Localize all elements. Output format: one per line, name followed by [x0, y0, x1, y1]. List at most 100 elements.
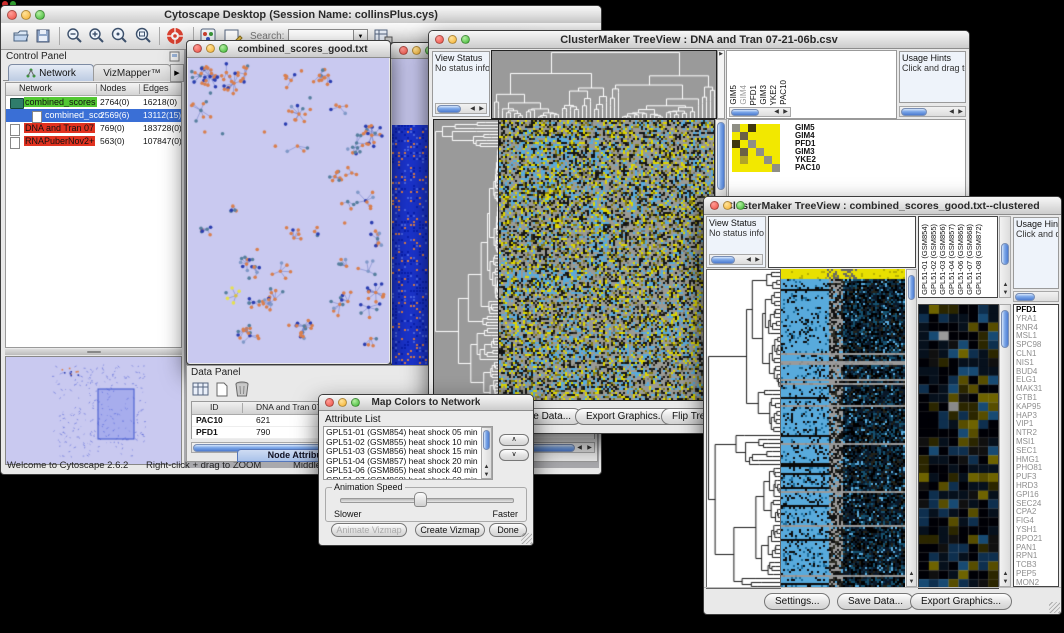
minimize-button[interactable] — [338, 398, 347, 407]
data-col-id[interactable]: ID — [210, 402, 219, 412]
zoom-button[interactable] — [736, 201, 745, 210]
resize-grip[interactable] — [521, 533, 532, 544]
scroll-thumb[interactable] — [1001, 243, 1009, 265]
button-export-graphics-[interactable]: Export Graphics... — [910, 593, 1012, 610]
tab-network[interactable]: Network — [8, 64, 94, 81]
treeview1-title-bar[interactable]: ClusterMaker TreeView : DNA and Tran 07-… — [429, 31, 969, 49]
scroll-down-arrow[interactable]: ▼ — [1001, 579, 1010, 585]
button-save-data-[interactable]: Save Data... — [837, 593, 914, 610]
close-button[interactable] — [710, 201, 719, 210]
scroll-thumb[interactable] — [711, 256, 735, 264]
close-button[interactable] — [399, 46, 408, 55]
gene-label[interactable]: MON2 — [1016, 579, 1058, 587]
tv2-genes-vscroll[interactable]: ▲ ▼ — [999, 304, 1011, 587]
tv1-zoom-heatmap[interactable] — [732, 124, 780, 172]
tv2-heatmap[interactable] — [781, 269, 905, 587]
col-header-edges[interactable]: Edges — [143, 83, 169, 93]
scroll-down-arrow[interactable]: ▼ — [907, 579, 916, 585]
scroll-thumb[interactable] — [731, 109, 759, 116]
dialog-title-bar[interactable]: Map Colors to Network — [319, 395, 533, 411]
scroll-right-arrow[interactable]: ▶ — [477, 106, 486, 112]
attribute-list-vscroll[interactable]: ▲ ▼ — [481, 427, 492, 479]
scroll-left-arrow[interactable]: ◀ — [947, 109, 956, 115]
tv1-status-scroll[interactable]: ◀ ▶ — [435, 103, 487, 114]
zoom-button[interactable] — [461, 35, 470, 44]
save-icon[interactable] — [34, 27, 52, 45]
zoom-out-icon[interactable] — [65, 27, 83, 45]
scroll-up-arrow[interactable]: ▲ — [1001, 571, 1010, 577]
minimize-button[interactable] — [412, 46, 421, 55]
scroll-thumb[interactable] — [437, 105, 461, 113]
panel-splitter[interactable] — [5, 349, 182, 355]
scroll-left-arrow[interactable]: ◀ — [744, 257, 753, 263]
tv2-column-dendrogram-area[interactable] — [768, 216, 916, 268]
network-list-row[interactable]: combined_sco2569(6)13112(15) — [6, 109, 181, 122]
network-canvas[interactable] — [188, 58, 389, 363]
delete-attribute-icon[interactable] — [234, 380, 250, 398]
tv2-row-dendrogram[interactable] — [706, 269, 781, 589]
tv1-column-dendrogram[interactable] — [491, 50, 717, 119]
speed-slider-thumb[interactable] — [414, 492, 427, 507]
float-panel-icon[interactable] — [169, 51, 180, 62]
minimize-button[interactable] — [723, 201, 732, 210]
zoom-button[interactable] — [351, 398, 360, 407]
scroll-left-arrow[interactable]: ◀ — [468, 106, 477, 112]
zoom-selected-icon[interactable] — [109, 27, 129, 45]
close-button[interactable] — [193, 44, 202, 53]
resize-grip[interactable] — [1049, 602, 1060, 613]
tv1-hints-scroll[interactable]: ◀ ▶ — [899, 106, 966, 117]
tab-vizmapper[interactable]: VizMapper™ — [93, 64, 171, 81]
close-button[interactable] — [7, 10, 17, 20]
col-header-network[interactable]: Network — [19, 83, 52, 93]
scroll-thumb[interactable] — [483, 430, 490, 450]
move-down-button[interactable]: ∨ — [499, 449, 529, 461]
scroll-right-arrow[interactable]: ▶ — [781, 109, 790, 115]
minimize-button[interactable] — [21, 10, 31, 20]
scroll-thumb[interactable] — [1015, 293, 1035, 301]
move-up-button[interactable]: ∧ — [499, 434, 529, 446]
scroll-thumb[interactable] — [1001, 310, 1009, 348]
tv2-hints-scroll[interactable] — [1013, 291, 1059, 302]
network-list-row[interactable]: combined_scores2764(0)16218(0) — [6, 96, 181, 109]
attribute-item[interactable]: GPL51-07 (GSM868) heat shock 60 min — [326, 476, 490, 480]
minimize-button[interactable] — [206, 44, 215, 53]
tv1-splitter-strip[interactable]: ▶ — [717, 50, 725, 119]
scroll-right-arrow[interactable]: ▶ — [956, 109, 965, 115]
scroll-left-arrow[interactable]: ◀ — [772, 109, 781, 115]
zoom-in-icon[interactable] — [87, 27, 105, 45]
scroll-left-arrow[interactable]: ◀ — [575, 445, 584, 451]
scroll-up-arrow[interactable]: ▲ — [482, 464, 491, 470]
zoom-fit-icon[interactable] — [133, 27, 153, 45]
select-attributes-icon[interactable] — [192, 381, 210, 398]
scroll-thumb[interactable] — [901, 108, 927, 116]
scroll-up-arrow[interactable]: ▲ — [907, 571, 916, 577]
scroll-right-arrow[interactable]: ▶ — [585, 445, 594, 451]
help-icon[interactable] — [165, 26, 185, 46]
tv1-row-dendrogram[interactable] — [433, 119, 499, 401]
tv2-zoom-heatmap[interactable] — [918, 304, 999, 589]
tv2-status-scroll[interactable]: ◀ ▶ — [709, 254, 763, 265]
button-settings-[interactable]: Settings... — [764, 593, 830, 610]
close-button[interactable] — [325, 398, 334, 407]
treeview2-title-bar[interactable]: ClusterMaker TreeView : combined_scores_… — [704, 197, 1061, 215]
tv1-heatmap[interactable] — [498, 119, 715, 401]
zoom-button[interactable] — [35, 10, 45, 20]
scroll-thumb[interactable] — [717, 122, 725, 190]
tv2-heatmap-vscroll[interactable]: ▲ ▼ — [906, 269, 917, 587]
zoom-button[interactable] — [219, 44, 228, 53]
dialog-button-create-vizmap[interactable]: Create Vizmap — [415, 523, 485, 537]
dialog-button-animate-vizmap[interactable]: Animate Vizmap — [331, 523, 407, 537]
attribute-listbox[interactable]: GPL51-01 (GSM854) heat shock 05 minGPL51… — [323, 426, 493, 480]
network-title-bar[interactable]: combined_scores_good.txt--cluste... — [187, 41, 390, 58]
tv2-gene-list[interactable]: PFD1YRA1RNR4MSL1SPC98CLN1NIS1BUD4ELG1MAK… — [1014, 305, 1058, 587]
new-attribute-icon[interactable] — [214, 381, 230, 398]
close-button[interactable] — [435, 35, 444, 44]
scroll-thumb[interactable] — [908, 275, 915, 300]
scroll-right-arrow[interactable]: ▶ — [753, 257, 762, 263]
network-list-row[interactable]: DNA and Tran 07769(0)183728(0) — [6, 122, 181, 135]
network-overview-canvas[interactable] — [6, 357, 181, 464]
speed-slider-track[interactable] — [340, 498, 514, 503]
tv2-labels-vscroll[interactable]: ▲ ▼ — [999, 216, 1011, 298]
scroll-up-arrow[interactable]: ▲ — [1001, 282, 1010, 288]
scroll-down-arrow[interactable]: ▼ — [482, 472, 491, 478]
